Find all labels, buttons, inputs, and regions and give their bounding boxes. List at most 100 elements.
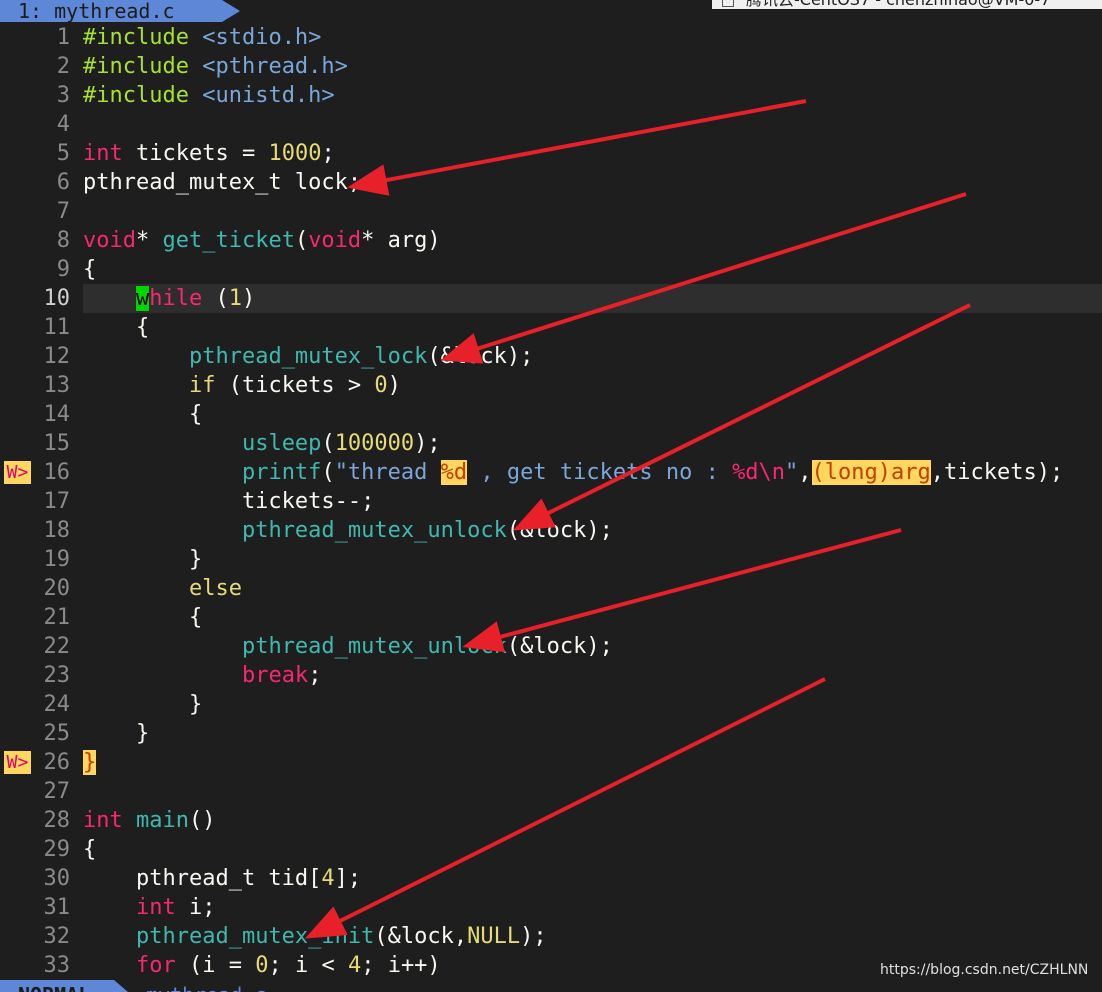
code-line[interactable]: 14 { bbox=[0, 400, 1102, 429]
line-number: 10 bbox=[43, 286, 71, 311]
code-text[interactable]: int main() bbox=[83, 806, 215, 835]
code-text[interactable]: if (tickets > 0) bbox=[83, 371, 401, 400]
line-number: 23 bbox=[43, 663, 71, 688]
code-text[interactable]: for (i = 0; i < 4; i++) bbox=[83, 951, 441, 980]
code-text[interactable]: pthread_mutex_init(&lock,NULL); bbox=[83, 922, 547, 951]
code-line[interactable]: 20 else bbox=[0, 574, 1102, 603]
code-text[interactable]: int i; bbox=[83, 893, 216, 922]
line-number: 28 bbox=[43, 808, 71, 833]
code-text[interactable]: else bbox=[83, 574, 242, 603]
line-number: 14 bbox=[43, 402, 71, 427]
line-number: 1 bbox=[56, 25, 70, 50]
statusline-filename: mythread.c bbox=[146, 980, 266, 992]
code-line[interactable]: 13 if (tickets > 0) bbox=[0, 371, 1102, 400]
tab-mythread-c[interactable]: 1: mythread.c bbox=[0, 0, 222, 22]
code-line[interactable]: 30 pthread_t tid[4]; bbox=[0, 864, 1102, 893]
code-line[interactable]: 18 pthread_mutex_unlock(&lock); bbox=[0, 516, 1102, 545]
code-line[interactable]: 32 pthread_mutex_init(&lock,NULL); bbox=[0, 922, 1102, 951]
window-icon bbox=[722, 0, 734, 7]
line-number: 27 bbox=[43, 779, 71, 804]
line-number: 29 bbox=[43, 837, 71, 862]
code-line[interactable]: 6 pthread_mutex_t lock; bbox=[0, 168, 1102, 197]
code-text[interactable]: { bbox=[83, 255, 96, 284]
statusline: NORMAL mythread.c bbox=[0, 980, 1102, 992]
code-text[interactable]: { bbox=[83, 603, 202, 632]
code-line[interactable]: 9{ bbox=[0, 255, 1102, 284]
code-text[interactable]: { bbox=[83, 400, 202, 429]
code-text[interactable]: { bbox=[83, 313, 149, 342]
code-line[interactable]: 21 { bbox=[0, 603, 1102, 632]
code-line[interactable]: 5 int tickets = 1000; bbox=[0, 139, 1102, 168]
line-number: 4 bbox=[56, 112, 70, 137]
warning-sign-icon: W> bbox=[4, 751, 31, 774]
line-number: 11 bbox=[43, 315, 71, 340]
code-line[interactable]: 23 break; bbox=[0, 661, 1102, 690]
window-title-text: 腾讯云-CentOS7 - chenzhihao@VM-0-7 bbox=[746, 0, 1050, 9]
code-line[interactable]: 11 { bbox=[0, 313, 1102, 342]
code-text[interactable]: } bbox=[83, 690, 202, 719]
code-text[interactable]: } bbox=[83, 719, 149, 748]
line-number: 24 bbox=[43, 692, 71, 717]
code-text[interactable]: pthread_mutex_unlock(&lock); bbox=[83, 516, 613, 545]
tab-separator bbox=[222, 0, 240, 22]
line-number: 31 bbox=[43, 895, 71, 920]
code-text[interactable]: usleep(100000); bbox=[83, 429, 441, 458]
code-text[interactable]: #include <pthread.h> bbox=[83, 52, 348, 81]
code-line[interactable]: 1 #include <stdio.h> bbox=[0, 23, 1102, 52]
code-text[interactable]: pthread_mutex_unlock(&lock); bbox=[83, 632, 613, 661]
line-number: 3 bbox=[56, 83, 70, 108]
line-number: 5 bbox=[56, 141, 70, 166]
line-number: 32 bbox=[43, 924, 71, 949]
code-line[interactable]: 31 int i; bbox=[0, 893, 1102, 922]
code-line[interactable]: 8 void* get_ticket(void* arg) bbox=[0, 226, 1102, 255]
line-number: 33 bbox=[43, 953, 71, 978]
code-text[interactable]: printf("thread %d , get tickets no : %d\… bbox=[83, 458, 1063, 487]
code-line[interactable]: 28 int main() bbox=[0, 806, 1102, 835]
code-text[interactable]: while (1) bbox=[83, 284, 255, 313]
code-line[interactable]: 3 #include <unistd.h> bbox=[0, 81, 1102, 110]
line-number: 25 bbox=[43, 721, 71, 746]
code-line[interactable]: 29 { bbox=[0, 835, 1102, 864]
code-text[interactable]: } bbox=[83, 545, 202, 574]
code-line[interactable]: 12 pthread_mutex_lock(&lock); bbox=[0, 342, 1102, 371]
code-line[interactable]: 2 #include <pthread.h> bbox=[0, 52, 1102, 81]
line-number: 7 bbox=[56, 199, 70, 224]
line-number: 22 bbox=[43, 634, 71, 659]
code-line[interactable]: 27 bbox=[0, 777, 1102, 806]
line-number: 12 bbox=[43, 344, 71, 369]
code-text[interactable]: pthread_mutex_lock(&lock); bbox=[83, 342, 533, 371]
code-text[interactable]: #include <stdio.h> bbox=[83, 23, 321, 52]
code-text[interactable]: int tickets = 1000; bbox=[83, 139, 335, 168]
code-line[interactable]: W> 16 printf("thread %d , get tickets no … bbox=[0, 458, 1102, 487]
code-line[interactable]: 19 } bbox=[0, 545, 1102, 574]
watermark: https://blog.csdn.net/CZHLNN bbox=[880, 962, 1089, 978]
line-number: 2 bbox=[56, 54, 70, 79]
line-number: 21 bbox=[43, 605, 71, 630]
code-text[interactable]: pthread_t tid[4]; bbox=[83, 864, 361, 893]
window-title: 腾讯云-CentOS7 - chenzhihao@VM-0-7 bbox=[712, 0, 1102, 9]
code-line[interactable]: 22 pthread_mutex_unlock(&lock); bbox=[0, 632, 1102, 661]
line-number: 9 bbox=[56, 257, 70, 282]
tabline: 1: mythread.c 腾讯云-CentOS7 - chenzhihao@V… bbox=[0, 0, 1102, 22]
line-number: 16 bbox=[43, 460, 71, 485]
code-text[interactable]: break; bbox=[83, 661, 321, 690]
code-editor[interactable]: 1 #include <stdio.h> 2 #include <pthread.h>… bbox=[0, 23, 1102, 980]
line-number: 8 bbox=[56, 228, 70, 253]
code-text[interactable]: void* get_ticket(void* arg) bbox=[83, 226, 441, 255]
code-text[interactable]: tickets--; bbox=[83, 487, 374, 516]
line-number: 6 bbox=[56, 170, 70, 195]
code-line[interactable]: 10 while (1) bbox=[0, 284, 1102, 313]
code-text[interactable]: { bbox=[83, 835, 96, 864]
code-line[interactable]: 25 } bbox=[0, 719, 1102, 748]
code-line[interactable]: 24 } bbox=[0, 690, 1102, 719]
line-number: 13 bbox=[43, 373, 71, 398]
code-line[interactable]: 15 usleep(100000); bbox=[0, 429, 1102, 458]
code-line[interactable]: 17 tickets--; bbox=[0, 487, 1102, 516]
code-text[interactable]: #include <unistd.h> bbox=[83, 81, 335, 110]
code-line[interactable]: W> 26} bbox=[0, 748, 1102, 777]
code-text[interactable]: pthread_mutex_t lock; bbox=[83, 168, 361, 197]
code-line[interactable]: 4 bbox=[0, 110, 1102, 139]
code-text[interactable]: } bbox=[83, 748, 97, 777]
line-number: 17 bbox=[43, 489, 71, 514]
code-line[interactable]: 7 bbox=[0, 197, 1102, 226]
